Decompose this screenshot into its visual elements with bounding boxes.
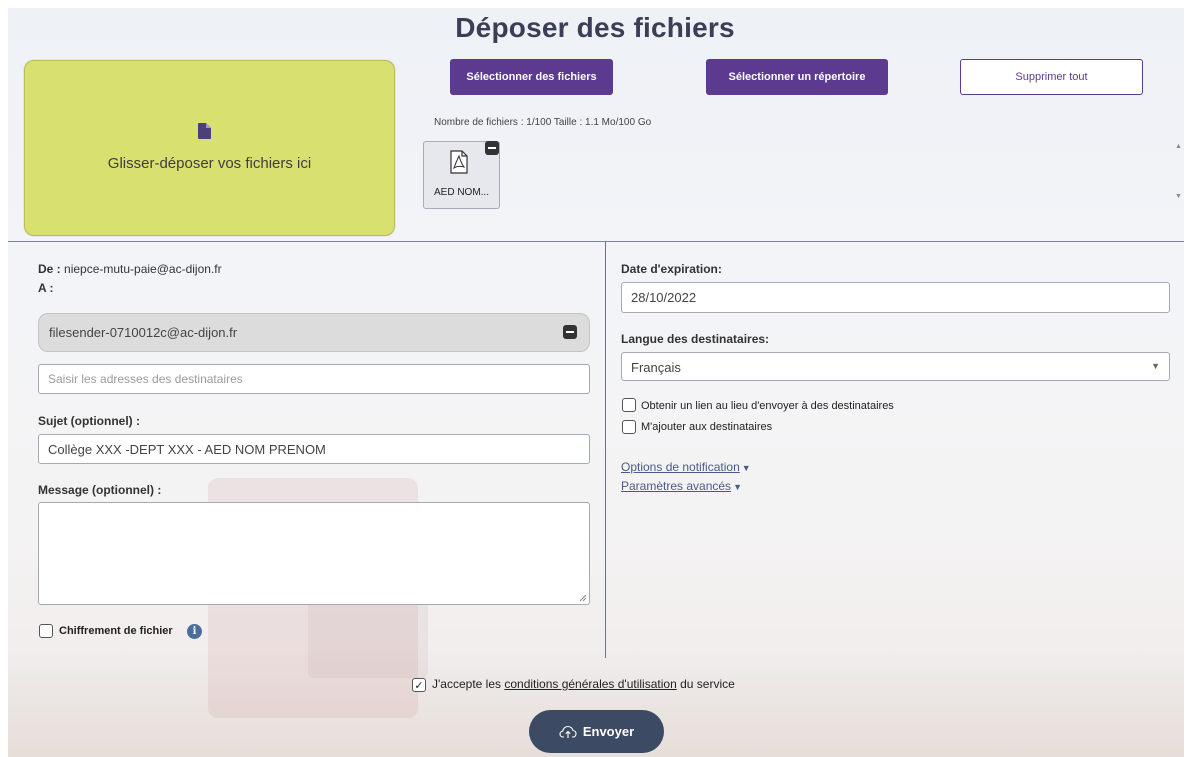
recipient-email: filesender-0710012c@ac-dijon.fr xyxy=(49,325,238,340)
delete-all-button[interactable]: Supprimer tout xyxy=(960,59,1143,95)
language-select[interactable]: Français ▼ xyxy=(621,352,1170,381)
encryption-checkbox[interactable] xyxy=(39,624,53,638)
subject-label: Sujet (optionnel) : xyxy=(38,414,140,428)
to-label: A : xyxy=(38,281,54,295)
drop-zone[interactable]: Glisser-déposer vos fichiers ici xyxy=(24,60,395,236)
file-name: AED NOM... xyxy=(433,187,489,198)
get-link-checkbox[interactable] xyxy=(622,398,636,412)
from-line: De : niepce-mutu-paie@ac-dijon.fr xyxy=(38,262,222,276)
terms-link[interactable]: conditions générales d'utilisation xyxy=(504,677,676,691)
section-divider xyxy=(8,241,1184,242)
accept-terms-checkbox[interactable]: ✓ xyxy=(412,678,426,692)
send-button[interactable]: Envoyer xyxy=(529,710,664,753)
recipient-chip: filesender-0710012c@ac-dijon.fr xyxy=(38,313,590,352)
from-value: niepce-mutu-paie@ac-dijon.fr xyxy=(64,262,222,276)
resize-grip-icon[interactable] xyxy=(579,594,587,602)
expiration-date-value: 28/10/2022 xyxy=(631,290,697,305)
pdf-icon xyxy=(450,150,468,174)
from-label: De : xyxy=(38,262,61,276)
subject-value: Collège XXX -DEPT XXX - AED NOM PRENOM xyxy=(48,441,326,457)
recipients-placeholder: Saisir les adresses des destinataires xyxy=(48,372,243,386)
info-icon[interactable]: i xyxy=(187,624,202,639)
caret-down-icon: ▼ xyxy=(733,482,742,492)
expiration-date-input[interactable]: 28/10/2022 xyxy=(621,282,1170,313)
scroll-up-icon[interactable]: ▲ xyxy=(1175,143,1182,150)
message-textarea[interactable] xyxy=(38,502,590,605)
file-tile[interactable]: AED NOM... xyxy=(423,141,500,209)
accept-terms-text: J'accepte les conditions générales d'uti… xyxy=(432,677,735,691)
accept-suffix: du service xyxy=(680,677,735,691)
file-icon xyxy=(198,123,211,139)
advanced-settings-link[interactable]: Paramètres avancés ▼ xyxy=(621,479,742,493)
notification-options-link[interactable]: Options de notification ▼ xyxy=(621,460,751,474)
page-title: Déposer des fichiers xyxy=(455,12,735,43)
add-me-checkbox[interactable] xyxy=(622,420,636,434)
message-label: Message (optionnel) : xyxy=(38,483,162,497)
drop-zone-label: Glisser-déposer vos fichiers ici xyxy=(107,155,312,172)
send-label: Envoyer xyxy=(582,724,635,739)
recipients-input[interactable]: Saisir les adresses des destinataires xyxy=(38,364,590,394)
advanced-settings-label: Paramètres avancés xyxy=(621,479,732,493)
notification-options-label: Options de notification xyxy=(621,460,740,474)
column-divider xyxy=(605,242,606,658)
select-files-button[interactable]: Sélectionner des fichiers xyxy=(450,59,613,95)
encryption-label: Chiffrement de fichier xyxy=(59,625,173,637)
caret-down-icon: ▼ xyxy=(741,463,751,473)
language-label: Langue des destinataires: xyxy=(621,332,770,346)
accept-prefix: J'accepte les xyxy=(432,677,501,691)
file-stats: Nombre de fichiers : 1/100 Taille : 1.1 … xyxy=(434,117,652,128)
add-me-label: M'ajouter aux destinataires xyxy=(641,421,773,433)
remove-file-icon[interactable] xyxy=(485,141,499,155)
get-link-label: Obtenir un lien au lieu d'envoyer à des … xyxy=(641,400,894,412)
chevron-down-icon: ▼ xyxy=(1151,361,1160,371)
expiration-label: Date d'expiration: xyxy=(621,262,722,276)
subject-input[interactable]: Collège XXX -DEPT XXX - AED NOM PRENOM xyxy=(38,434,590,464)
select-directory-button[interactable]: Sélectionner un répertoire xyxy=(706,59,888,95)
language-value: Français xyxy=(631,360,681,375)
scroll-down-icon[interactable]: ▼ xyxy=(1175,193,1182,200)
remove-recipient-icon[interactable] xyxy=(563,325,577,339)
cloud-upload-icon xyxy=(559,725,577,738)
